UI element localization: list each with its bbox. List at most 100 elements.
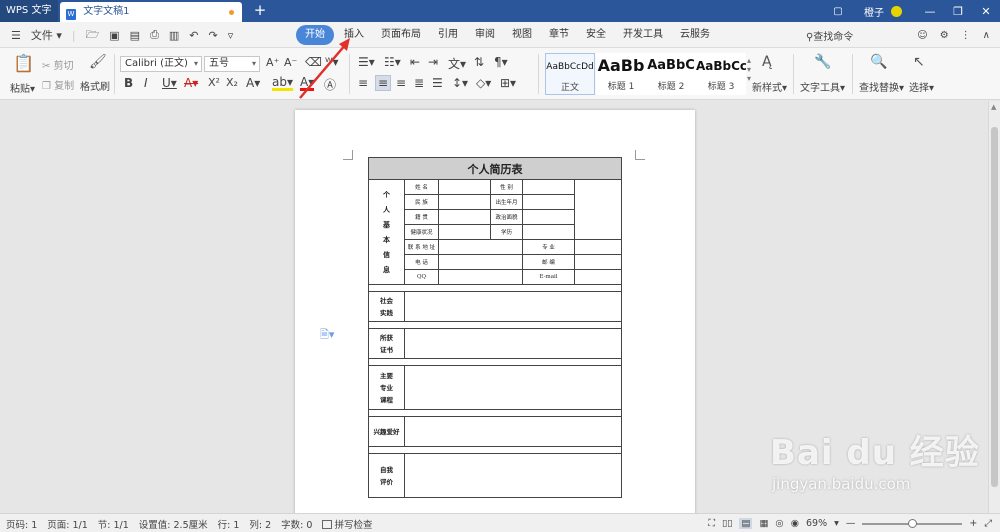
status-section[interactable]: 节: 1/1 bbox=[98, 517, 129, 531]
tab-security[interactable]: 安全 bbox=[579, 25, 613, 45]
bold-icon[interactable]: B bbox=[124, 76, 133, 90]
feedback-icon[interactable]: ☺ bbox=[917, 30, 927, 41]
reading-view-icon[interactable]: ▯▯ bbox=[722, 518, 732, 529]
numbered-list-icon[interactable]: ☷▾ bbox=[384, 55, 401, 69]
field-email-value[interactable] bbox=[573, 269, 623, 285]
undo-icon[interactable]: ↶ bbox=[186, 29, 201, 42]
document-canvas[interactable]: 个人简历表 个 人 基 本 信 息 姓 名 性 别 民 族 出生年月 籍 贯 政… bbox=[0, 101, 988, 513]
superscript-icon[interactable]: X² bbox=[208, 76, 220, 89]
spell-check-button[interactable]: 拼写检查 bbox=[322, 517, 372, 531]
style-heading-3[interactable]: AaBbCc 标题 3 bbox=[696, 53, 746, 95]
tab-references[interactable]: 引用 bbox=[431, 25, 465, 45]
redo-icon[interactable]: ↷ bbox=[206, 29, 221, 42]
outline-view-icon[interactable]: ▦ bbox=[759, 518, 768, 529]
search-command[interactable]: ⚲查找命令 bbox=[806, 28, 853, 43]
field-phone-value[interactable] bbox=[438, 254, 523, 270]
zoom-slider-knob[interactable] bbox=[907, 518, 917, 528]
magnifier-icon[interactable]: 🔍 bbox=[870, 54, 887, 70]
status-col[interactable]: 列: 2 bbox=[249, 517, 271, 531]
status-setting[interactable]: 设置值: 2.5厘米 bbox=[139, 517, 208, 531]
scroll-up-icon[interactable]: ▲ bbox=[991, 103, 996, 111]
cursor-icon[interactable]: ↖ bbox=[913, 54, 925, 70]
scrollbar-thumb[interactable] bbox=[991, 127, 998, 487]
distributed-icon[interactable]: ☰ bbox=[432, 76, 443, 90]
font-size-combo[interactable]: 五号 ▾ bbox=[204, 56, 260, 72]
text-tools-button[interactable]: 文字工具▾ bbox=[800, 79, 845, 94]
decrease-indent-icon[interactable]: ⇤ bbox=[410, 55, 420, 69]
field-postcode-value[interactable] bbox=[573, 254, 623, 270]
skin-icon[interactable]: ▢ bbox=[828, 6, 848, 17]
minimize-button[interactable]: — bbox=[916, 5, 944, 18]
style-heading-2[interactable]: AaBbC 标题 2 bbox=[646, 53, 696, 95]
document-page[interactable]: 个人简历表 个 人 基 本 信 息 姓 名 性 别 民 族 出生年月 籍 贯 政… bbox=[295, 110, 695, 513]
tab-chapter[interactable]: 章节 bbox=[542, 25, 576, 45]
paste-button[interactable]: 粘贴▾ bbox=[10, 80, 35, 95]
shading-icon[interactable]: ◇▾ bbox=[476, 76, 491, 90]
field-address-value[interactable] bbox=[438, 239, 523, 255]
align-center-icon[interactable]: ≡ bbox=[375, 75, 392, 91]
eye-protection-icon[interactable]: ◉ bbox=[791, 518, 799, 529]
print-icon[interactable]: ⎙ bbox=[147, 28, 162, 42]
new-tab-button[interactable]: + bbox=[250, 0, 270, 22]
field-birth-value[interactable] bbox=[522, 194, 575, 210]
certificates-value[interactable] bbox=[403, 328, 623, 359]
print-preview-icon[interactable]: ▥ bbox=[166, 29, 182, 42]
strikethrough-icon[interactable]: A▾ bbox=[184, 76, 198, 90]
chinese-layout-icon[interactable]: 文▾ bbox=[448, 55, 466, 72]
tab-review[interactable]: 审阅 bbox=[468, 25, 502, 45]
grow-font-icon[interactable]: A⁺ bbox=[266, 56, 279, 69]
user-avatar-icon[interactable] bbox=[891, 5, 902, 17]
restore-button[interactable]: ❐ bbox=[944, 5, 972, 18]
self-evaluation-value[interactable] bbox=[403, 453, 623, 498]
align-right-icon[interactable]: ≡ bbox=[396, 76, 406, 90]
resume-table[interactable]: 个人简历表 个 人 基 本 信 息 姓 名 性 别 民 族 出生年月 籍 贯 政… bbox=[367, 157, 623, 498]
page-view-icon[interactable]: ▤ bbox=[739, 518, 753, 529]
zoom-out-button[interactable]: — bbox=[846, 518, 856, 529]
tab-cloud[interactable]: 云服务 bbox=[673, 25, 717, 45]
gallery-scroll-icon[interactable]: ▴ ▾ ▾ bbox=[747, 56, 751, 83]
zoom-dropdown-icon[interactable]: ▾ bbox=[834, 518, 839, 529]
increase-indent-icon[interactable]: ⇥ bbox=[428, 55, 438, 69]
hobbies-value[interactable] bbox=[403, 416, 623, 447]
field-ethnicity-value[interactable] bbox=[438, 194, 491, 210]
paste-icon[interactable]: 📋 bbox=[13, 54, 34, 74]
tab-page-layout[interactable]: 页面布局 bbox=[374, 25, 428, 45]
document-outline-icon[interactable]: 🗎▾ bbox=[320, 326, 334, 345]
field-origin-value[interactable] bbox=[438, 209, 491, 225]
bullet-list-icon[interactable]: ☰▾ bbox=[358, 55, 375, 69]
fullscreen-icon[interactable]: ⛶ bbox=[708, 518, 715, 529]
select-button[interactable]: 选择▾ bbox=[909, 79, 934, 94]
cut-button[interactable]: ✂ 剪切 bbox=[42, 57, 74, 72]
field-name-value[interactable] bbox=[438, 179, 491, 195]
line-spacing-icon[interactable]: ↕▾ bbox=[452, 76, 468, 90]
section-personal[interactable]: 个 人 基 本 信 息 bbox=[368, 179, 405, 285]
text-effect-icon[interactable]: A▾ bbox=[246, 76, 260, 90]
field-qq-value[interactable] bbox=[438, 269, 523, 285]
zoom-slider[interactable] bbox=[862, 518, 963, 528]
photo-cell[interactable] bbox=[573, 179, 623, 240]
new-style-button[interactable]: 新样式▾ bbox=[752, 79, 787, 94]
status-page-num[interactable]: 页码: 1 bbox=[6, 517, 37, 531]
field-politics-value[interactable] bbox=[522, 209, 575, 225]
user-name[interactable]: 橙子 bbox=[864, 4, 884, 19]
status-row[interactable]: 行: 1 bbox=[218, 517, 240, 531]
document-tab[interactable]: W 文字文稿1 bbox=[60, 2, 242, 22]
app-name[interactable]: WPS 文字 bbox=[0, 0, 58, 22]
field-gender-value[interactable] bbox=[522, 179, 575, 195]
sort-icon[interactable]: ⇅ bbox=[474, 55, 484, 69]
close-button[interactable]: ✕ bbox=[972, 5, 1000, 18]
style-normal[interactable]: AaBbCcDd 正文 bbox=[545, 53, 595, 95]
italic-icon[interactable]: I bbox=[144, 76, 148, 90]
status-pages[interactable]: 页面: 1/1 bbox=[47, 517, 88, 531]
field-education-value[interactable] bbox=[522, 224, 575, 240]
underline-icon[interactable]: U▾ bbox=[162, 76, 177, 90]
zoom-in-button[interactable]: + bbox=[969, 518, 977, 529]
field-major-value[interactable] bbox=[573, 239, 623, 255]
zoom-level[interactable]: 69% bbox=[806, 518, 827, 529]
save-as-icon[interactable]: ▤ bbox=[127, 29, 143, 42]
vertical-scrollbar[interactable]: ▲ bbox=[988, 101, 1000, 513]
hamburger-icon[interactable]: ☰ bbox=[8, 29, 24, 42]
collapse-ribbon-icon[interactable]: ∧ bbox=[983, 30, 990, 41]
field-health-value[interactable] bbox=[438, 224, 491, 240]
social-practice-value[interactable] bbox=[403, 291, 623, 322]
